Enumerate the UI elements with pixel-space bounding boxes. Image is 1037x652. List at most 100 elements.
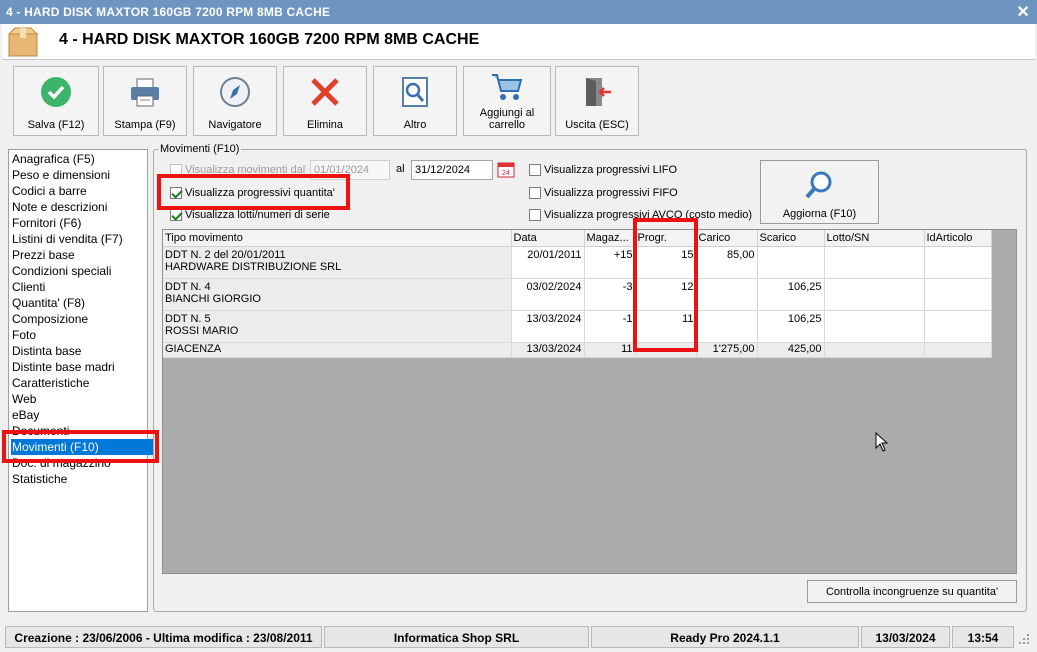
sidebar-item-composizione[interactable]: Composizione (12, 311, 147, 327)
check-icon (41, 77, 71, 107)
cell-tipo: DDT N. 2 del 20/01/2011 HARDWARE DISTRIBU… (163, 246, 512, 279)
search-document-icon (402, 77, 428, 107)
window-titlebar: 4 - HARD DISK MAXTOR 160GB 7200 RPM 8MB … (0, 0, 1037, 24)
sidebar-item-distinte-madri[interactable]: Distinte base madri (12, 359, 147, 375)
section-list: Anagrafica (F5) Peso e dimensioni Codici… (8, 149, 153, 612)
col-idarticolo[interactable]: IdArticolo (924, 230, 992, 247)
navigator-label: Navigatore (208, 119, 262, 131)
exit-label: Uscita (ESC) (565, 119, 629, 131)
close-icon[interactable]: ✕ (1016, 2, 1030, 22)
save-button[interactable]: Salva (F12) (13, 66, 99, 136)
lifo-label: Visualizza progressivi LIFO (544, 164, 678, 176)
status-company: Informatica Shop SRL (324, 626, 589, 648)
cell-giacenza-magaz: 11 (584, 342, 636, 358)
avco-checkbox[interactable] (529, 209, 541, 221)
sidebar-item-web[interactable]: Web (12, 391, 147, 407)
cell-magaz: -1 (584, 310, 636, 343)
al-label: al (396, 163, 405, 175)
sidebar-item-distinta-base[interactable]: Distinta base (12, 343, 147, 359)
cell-giacenza-carico: 1'275,00 (696, 342, 758, 358)
sidebar-item-codici[interactable]: Codici a barre (12, 183, 147, 199)
show-lots-checkbox[interactable] (170, 209, 182, 221)
fifo-checkbox[interactable] (529, 187, 541, 199)
fifo-label: Visualizza progressivi FIFO (544, 187, 678, 199)
status-time: 13:54 (952, 626, 1014, 648)
delete-label: Elimina (306, 119, 344, 131)
cell-scarico (757, 246, 825, 279)
cell-lotto (824, 278, 925, 311)
cell-giacenza-id (924, 342, 992, 358)
cell-giacenza-data: 13/03/2024 (511, 342, 585, 358)
cell-carico: 85,00 (696, 246, 758, 279)
status-date: 13/03/2024 (861, 626, 950, 648)
delete-button[interactable]: Elimina (283, 66, 367, 136)
sidebar-item-ebay[interactable]: eBay (12, 407, 147, 423)
table-row[interactable]: DDT N. 4 BIANCHI GIORGIO 03/02/2024 -3 12… (163, 278, 992, 311)
magnifier-icon (805, 171, 832, 199)
navigator-button[interactable]: Navigatore (193, 66, 277, 136)
delete-x-icon (311, 78, 339, 106)
add-to-cart-label: Aggiungi al carrello (479, 107, 535, 131)
cell-data: 13/03/2024 (511, 310, 585, 343)
compass-icon (220, 77, 250, 107)
cell-magaz: +15 (584, 246, 636, 279)
col-data[interactable]: Data (511, 230, 585, 247)
print-button[interactable]: Stampa (F9) (103, 66, 187, 136)
status-created: Creazione : 23/06/2006 - Ultima modifica… (5, 626, 322, 648)
cell-carico (696, 310, 758, 343)
highlight-progr-column (633, 218, 698, 352)
sidebar-item-fornitori[interactable]: Fornitori (F6) (12, 215, 147, 231)
show-lots-label: Visualizza lotti/numeri di serie (185, 209, 330, 221)
table-header: Tipo movimento Data Magaz... Progr. Cari… (163, 230, 992, 247)
other-button[interactable]: Altro (373, 66, 457, 136)
lifo-checkbox[interactable] (529, 164, 541, 176)
cell-magaz: -3 (584, 278, 636, 311)
sidebar-item-listini[interactable]: Listini di vendita (F7) (12, 231, 147, 247)
cell-giacenza-scarico: 425,00 (757, 342, 825, 358)
check-inconsistencies-button[interactable]: Controlla incongruenze su quantita' (807, 580, 1017, 603)
col-carico[interactable]: Carico (696, 230, 758, 247)
resize-grip-icon[interactable] (1017, 632, 1031, 646)
cell-id (924, 278, 992, 311)
cart-icon (492, 74, 523, 100)
cell-data: 20/01/2011 (511, 246, 585, 279)
cell-giacenza-lotto (824, 342, 925, 358)
cell-id (924, 310, 992, 343)
add-to-cart-button[interactable]: Aggiungi al carrello (463, 66, 551, 136)
cell-tipo: DDT N. 4 BIANCHI GIORGIO (163, 278, 512, 311)
col-magaz[interactable]: Magaz... (584, 230, 636, 247)
highlight-qty-progressive (157, 174, 350, 210)
col-tipo[interactable]: Tipo movimento (163, 230, 512, 247)
giacenza-row[interactable]: GIACENZA 13/03/2024 11 1'275,00 425,00 (163, 342, 992, 358)
refresh-button[interactable]: Aggiorna (F10) (760, 160, 879, 224)
movimenti-group-label: Movimenti (F10) (158, 143, 242, 155)
sidebar-item-statistiche[interactable]: Statistiche (12, 471, 147, 487)
sidebar-item-condizioni[interactable]: Condizioni speciali (12, 263, 147, 279)
header: 4 - HARD DISK MAXTOR 160GB 7200 RPM 8MB … (2, 24, 1035, 60)
sidebar-item-anagrafica[interactable]: Anagrafica (F5) (12, 151, 147, 167)
cell-lotto (824, 310, 925, 343)
calendar-icon[interactable]: 24 (497, 160, 515, 178)
sidebar-item-prezzi[interactable]: Prezzi base (12, 247, 147, 263)
cell-data: 03/02/2024 (511, 278, 585, 311)
page-title: 4 - HARD DISK MAXTOR 160GB 7200 RPM 8MB … (59, 31, 480, 48)
sidebar-item-foto[interactable]: Foto (12, 327, 147, 343)
col-scarico[interactable]: Scarico (757, 230, 825, 247)
exit-button[interactable]: Uscita (ESC) (555, 66, 639, 136)
sidebar-item-quantita[interactable]: Quantita' (F8) (12, 295, 147, 311)
refresh-label: Aggiorna (F10) (782, 208, 857, 220)
sidebar-item-note[interactable]: Note e descrizioni (12, 199, 147, 215)
cell-id (924, 246, 992, 279)
print-label: Stampa (F9) (114, 119, 176, 131)
cell-lotto (824, 246, 925, 279)
table-row[interactable]: DDT N. 5 ROSSI MARIO 13/03/2024 -1 11 106… (163, 310, 992, 343)
cell-scarico: 106,25 (757, 278, 825, 311)
sidebar-item-caratteristiche[interactable]: Caratteristiche (12, 375, 147, 391)
table-row[interactable]: DDT N. 2 del 20/01/2011 HARDWARE DISTRIBU… (163, 246, 992, 279)
col-lotto[interactable]: Lotto/SN (824, 230, 925, 247)
sidebar-item-clienti[interactable]: Clienti (12, 279, 147, 295)
cell-tipo: DDT N. 5 ROSSI MARIO (163, 310, 512, 343)
date-to-input[interactable]: 31/12/2024 (411, 160, 493, 180)
sidebar-item-peso[interactable]: Peso e dimensioni (12, 167, 147, 183)
box-icon (7, 27, 39, 57)
